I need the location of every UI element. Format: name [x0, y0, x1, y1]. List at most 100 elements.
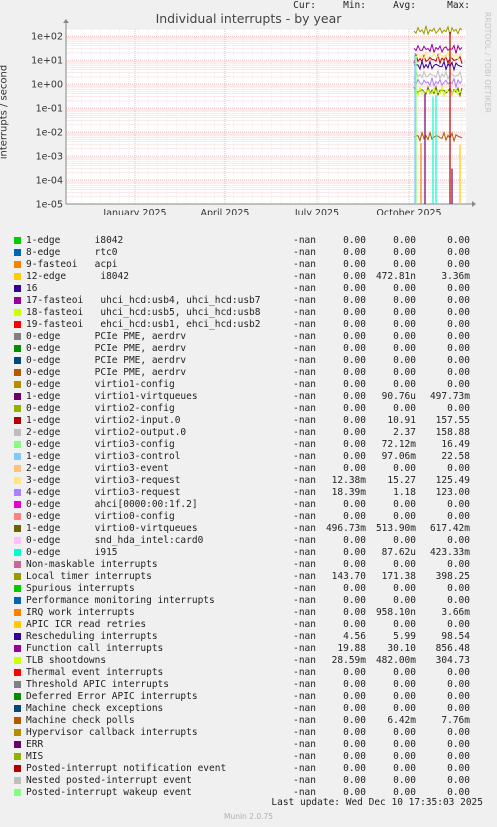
- legend-cur-value: -nan: [293, 427, 316, 438]
- legend-avg-value: 0.00: [393, 307, 416, 318]
- legend-swatch: [14, 525, 21, 532]
- legend-avg-value: 0.00: [393, 691, 416, 702]
- legend-row: Machine check polls -nan 0.00 6.42m 7.76m: [0, 715, 497, 727]
- legend-avg-value: 0.00: [393, 739, 416, 750]
- legend-label: Spurious interrupts: [26, 583, 135, 594]
- legend-max-value: 0.00: [447, 463, 470, 474]
- legend-avg-value: 90.76u: [381, 391, 416, 402]
- legend-max-value: 0.00: [447, 499, 470, 510]
- legend-row: 18-fasteoi uhci_hcd:usb5, uhci_hcd:usb8 -…: [0, 307, 497, 319]
- legend-max-value: 304.73: [435, 655, 470, 666]
- legend-row: 0-edge snd_hda_intel:card0 -nan 0.00 0.00 0.…: [0, 535, 497, 547]
- legend-label: 0-edge virtio0-config: [26, 511, 175, 522]
- legend-min-value: 0.00: [343, 295, 366, 306]
- legend-cur-value: -nan: [293, 535, 316, 546]
- legend-swatch: [14, 609, 21, 616]
- legend-min-value: 0.00: [343, 703, 366, 714]
- legend-swatch: [14, 357, 21, 364]
- legend-swatch: [14, 573, 21, 580]
- legend-swatch: [14, 513, 21, 520]
- legend-min-value: 0.00: [343, 283, 366, 294]
- legend-cur-value: -nan: [293, 775, 316, 786]
- legend-cur-value: -nan: [293, 271, 316, 282]
- legend-cur-value: -nan: [293, 391, 316, 402]
- legend-max-value: 0.00: [447, 259, 470, 270]
- legend-min-value: 0.00: [343, 679, 366, 690]
- legend-avg-value: 0.00: [393, 775, 416, 786]
- legend-label: 0-edge virtio3-config: [26, 439, 175, 450]
- legend-swatch: [14, 741, 21, 748]
- legend-row: 0-edge ahci[0000:00:1f.2] -nan 0.00 0.00 0.0…: [0, 499, 497, 511]
- legend-swatch: [14, 585, 21, 592]
- legend-cur-value: -nan: [293, 295, 316, 306]
- legend-min-value: 0.00: [343, 559, 366, 570]
- legend-label: MIS: [26, 751, 44, 762]
- legend-cur-value: -nan: [293, 583, 316, 594]
- legend-label: 0-edge snd_hda_intel:card0: [26, 535, 204, 546]
- legend-max-value: 0.00: [447, 679, 470, 690]
- legend-swatch: [14, 285, 21, 292]
- legend-cur-value: -nan: [293, 739, 316, 750]
- legend-cur-value: -nan: [293, 631, 316, 642]
- legend-cur-value: -nan: [293, 343, 316, 354]
- x-axis-arrow: [472, 201, 476, 207]
- legend-swatch: [14, 537, 21, 544]
- legend-swatch: [14, 489, 21, 496]
- col-header-avg: Avg:: [393, 0, 416, 11]
- legend-max-value: 0.00: [447, 559, 470, 570]
- legend-min-value: 0.00: [343, 271, 366, 282]
- legend-cur-value: -nan: [293, 511, 316, 522]
- col-header-max: Max:: [447, 0, 470, 11]
- legend-row: Local timer interrupts -nan 143.70 171.38 39…: [0, 571, 497, 583]
- legend-swatch: [14, 705, 21, 712]
- legend-label: 0-edge i915: [26, 547, 118, 558]
- legend-label: IRQ work interrupts: [26, 607, 135, 618]
- legend-min-value: 0.00: [343, 511, 366, 522]
- legend-avg-value: 513.90m: [375, 523, 416, 534]
- legend-cur-value: -nan: [293, 463, 316, 474]
- legend-max-value: 0.00: [447, 583, 470, 594]
- legend-cur-value: -nan: [293, 331, 316, 342]
- legend-swatch: [14, 297, 21, 304]
- legend-min-value: 0.00: [343, 595, 366, 606]
- legend-swatch: [14, 657, 21, 664]
- legend-label: 17-fasteoi uhci_hcd:usb4, uhci_hcd:usb7: [26, 295, 261, 306]
- legend-label: 0-edge virtio1-config: [26, 379, 175, 390]
- legend-label: Posted-interrupt wakeup event: [26, 787, 192, 798]
- legend-swatch: [14, 789, 21, 796]
- legend-min-value: 0.00: [343, 583, 366, 594]
- legend-swatch: [14, 237, 21, 244]
- legend-swatch: [14, 633, 21, 640]
- legend-label: 1-edge virtio0-virtqueues: [26, 523, 198, 534]
- legend-max-value: 0.00: [447, 367, 470, 378]
- legend-min-value: 0.00: [343, 667, 366, 678]
- chart-plot: 1e+02 1e+01 1e+00 1e-01 1e-02 1e-03 1e-04 1e-05…: [31, 19, 476, 215]
- legend-max-value: 0.00: [447, 619, 470, 630]
- legend-cur-value: -nan: [293, 691, 316, 702]
- y-tick-label: 1e-03: [36, 152, 63, 163]
- legend-max-value: 0.00: [447, 751, 470, 762]
- legend-row: 17-fasteoi uhci_hcd:usb4, uhci_hcd:usb7 -…: [0, 295, 497, 307]
- legend-max-value: 0.00: [447, 763, 470, 774]
- legend-avg-value: 482.00m: [375, 655, 416, 666]
- legend-row: 0-edge PCIe PME, aerdrv -nan 0.00 0.00 0.00: [0, 355, 497, 367]
- legend-avg-value: 5.99: [393, 631, 416, 642]
- legend-label: 0-edge PCIe PME, aerdrv: [26, 331, 187, 342]
- legend-row: 1-edge i8042 -nan 0.00 0.00 0.00: [0, 235, 497, 247]
- legend-max-value: 0.00: [447, 511, 470, 522]
- legend-label: TLB shootdowns: [26, 655, 107, 666]
- legend-row: 0-edge virtio3-config -nan 0.00 72.12m 16.49: [0, 439, 497, 451]
- legend-swatch: [14, 645, 21, 652]
- legend-row: 0-edge PCIe PME, aerdrv -nan 0.00 0.00 0.00: [0, 343, 497, 355]
- y-tick-label: 1e+02: [31, 32, 63, 43]
- legend-cur-value: -nan: [293, 439, 316, 450]
- legend-max-value: 0.00: [447, 775, 470, 786]
- legend-swatch: [14, 753, 21, 760]
- legend-cur-value: -nan: [293, 523, 316, 534]
- legend-row: 16 -nan 0.00 0.00 0.00: [0, 283, 497, 295]
- legend-min-value: 0.00: [343, 607, 366, 618]
- legend-max-value: 0.00: [447, 247, 470, 258]
- legend-swatch: [14, 261, 21, 268]
- col-header-cur: Cur:: [293, 0, 316, 11]
- legend-max-value: 22.58: [441, 451, 470, 462]
